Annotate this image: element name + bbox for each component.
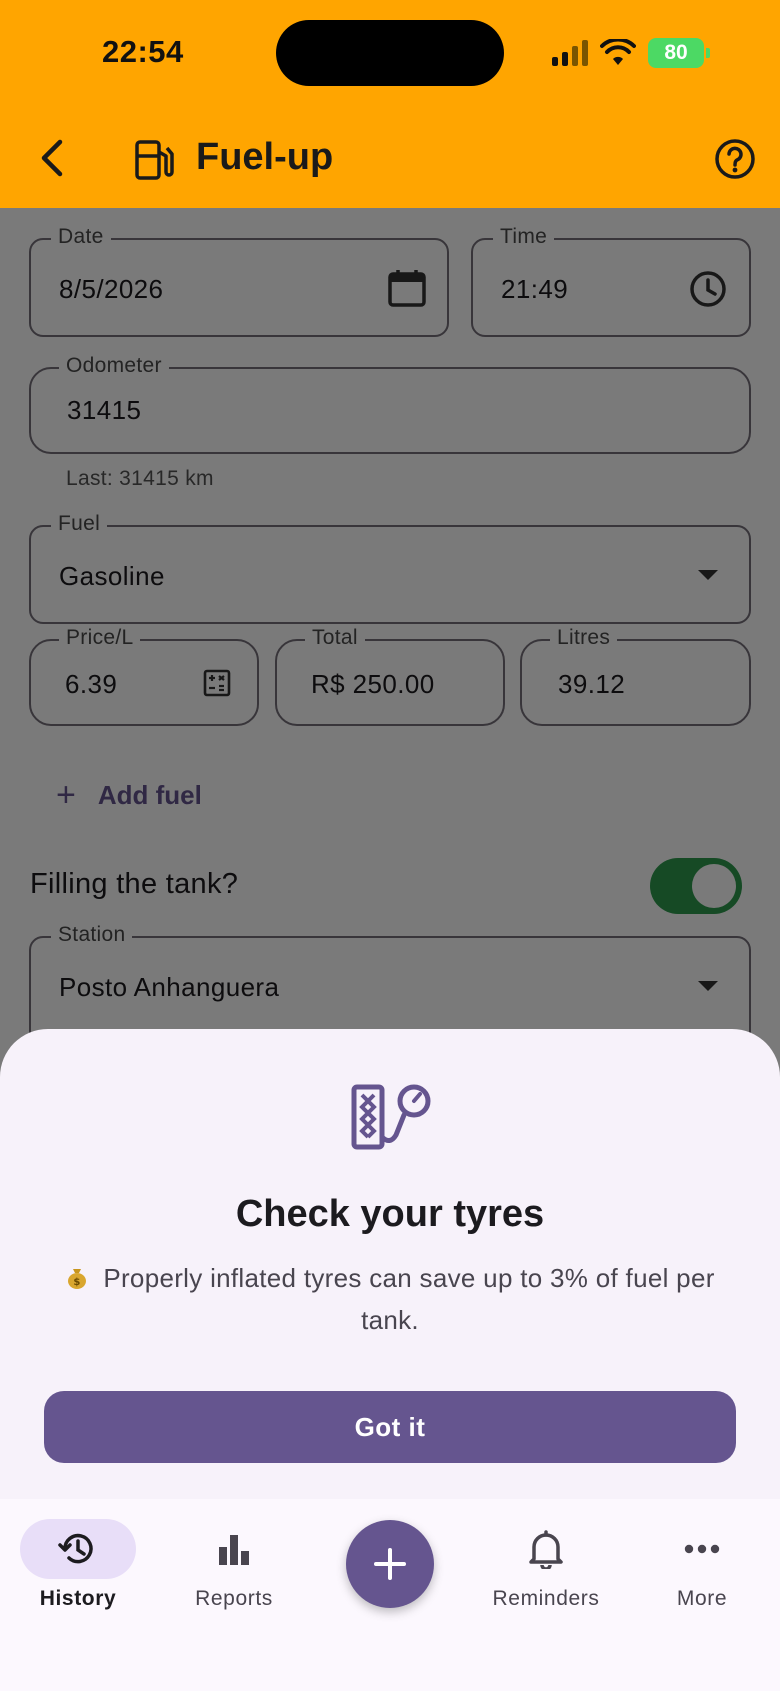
clock-icon[interactable]	[689, 270, 727, 308]
nav-item-history[interactable]: History	[0, 1519, 156, 1611]
nav-pill-reminders	[488, 1519, 604, 1579]
date-value: 8/5/2026	[59, 274, 164, 304]
plus-icon: +	[56, 776, 76, 814]
litres-field[interactable]: Litres 39.12	[520, 626, 751, 726]
nav-pill-more	[644, 1519, 760, 1579]
got-it-button[interactable]: Got it	[44, 1391, 736, 1463]
nav-item-more[interactable]: More	[624, 1519, 780, 1611]
litres-label: Litres	[550, 626, 618, 650]
svg-text:$: $	[74, 1277, 81, 1288]
date-label: Date	[51, 225, 111, 249]
bell-icon	[529, 1530, 563, 1569]
station-value: Posto Anhanguera	[59, 972, 280, 1002]
switch-knob	[692, 864, 736, 908]
odometer-value: 31415	[67, 395, 142, 425]
nav-pill-reports	[176, 1519, 292, 1579]
history-icon	[58, 1533, 93, 1564]
add-fuel-up-fab[interactable]	[346, 1520, 434, 1608]
sheet-title: Check your tyres	[235, 1193, 545, 1235]
dynamic-island	[276, 20, 504, 86]
time-value: 21:49	[501, 274, 569, 304]
plus-icon	[374, 1548, 406, 1580]
battery-level: 80	[664, 41, 688, 64]
total-field[interactable]: Total R$ 250.00	[275, 626, 505, 726]
add-fuel-button[interactable]: + Add fuel	[56, 773, 202, 817]
station-label: Station	[51, 923, 133, 947]
fuel-label: Fuel	[51, 512, 108, 536]
app-bar: 22:54 80 Fuel-up	[0, 0, 780, 208]
fuel-select[interactable]: Fuel Gasoline	[29, 512, 751, 624]
add-fuel-label: Add fuel	[97, 779, 202, 810]
fuel-value: Gasoline	[59, 561, 165, 591]
filling-tank-switch[interactable]	[650, 858, 742, 914]
status-time: 22:54	[102, 34, 184, 69]
filling-tank-label: Filling the tank?	[30, 868, 239, 900]
nav-label-more: More	[676, 1587, 728, 1610]
time-label: Time	[493, 225, 555, 249]
nav-label-history: History	[39, 1587, 117, 1610]
total-label: Total	[305, 626, 365, 650]
bottom-navigation: History Reports Reminders More	[0, 1499, 780, 1691]
nav-item-reminders[interactable]: Reminders	[468, 1519, 624, 1611]
sheet-body: $ Properly inflated tyres can save up to …	[50, 1257, 730, 1341]
nav-label-reports: Reports	[195, 1587, 273, 1610]
chevron-left-icon	[41, 139, 63, 177]
nav-item-reports[interactable]: Reports	[156, 1519, 312, 1611]
back-button[interactable]	[32, 134, 72, 182]
odometer-helper-text: Last: 31415 km	[66, 467, 214, 490]
dropdown-arrow-icon	[698, 570, 718, 580]
battery-icon: 80	[648, 38, 710, 68]
sheet-body-text: Properly inflated tyres can save up to 3…	[103, 1263, 715, 1335]
nav-pill-history	[20, 1519, 136, 1579]
bar-chart-icon	[219, 1535, 249, 1565]
litres-value: 39.12	[558, 669, 626, 699]
more-horiz-icon	[684, 1544, 720, 1554]
price-field[interactable]: Price/L 6.39	[29, 626, 259, 726]
wifi-icon	[600, 39, 636, 65]
total-value: R$ 250.00	[311, 669, 435, 699]
nav-label-reminders: Reminders	[492, 1587, 600, 1610]
money-bag-icon: $	[68, 1269, 87, 1289]
calendar-icon[interactable]	[387, 268, 427, 308]
odometer-field[interactable]: Odometer 31415	[29, 354, 751, 454]
tip-bottom-sheet: Check your tyres $ Properly inflated tyre…	[0, 1029, 780, 1499]
dropdown-arrow-icon	[698, 981, 718, 991]
price-value: 6.39	[65, 669, 118, 699]
calculator-icon[interactable]	[203, 669, 231, 697]
status-icons: 80	[552, 36, 710, 70]
price-label: Price/L	[59, 626, 141, 650]
odometer-label: Odometer	[59, 354, 169, 378]
page-title: Fuel-up	[196, 136, 334, 178]
tyre-pressure-gauge-icon	[351, 1084, 431, 1150]
time-field[interactable]: Time 21:49	[471, 225, 751, 337]
date-field[interactable]: Date 8/5/2026	[29, 225, 449, 337]
fuel-pump-icon	[135, 140, 174, 180]
help-icon[interactable]	[714, 138, 756, 180]
cellular-signal-icon	[552, 40, 588, 66]
